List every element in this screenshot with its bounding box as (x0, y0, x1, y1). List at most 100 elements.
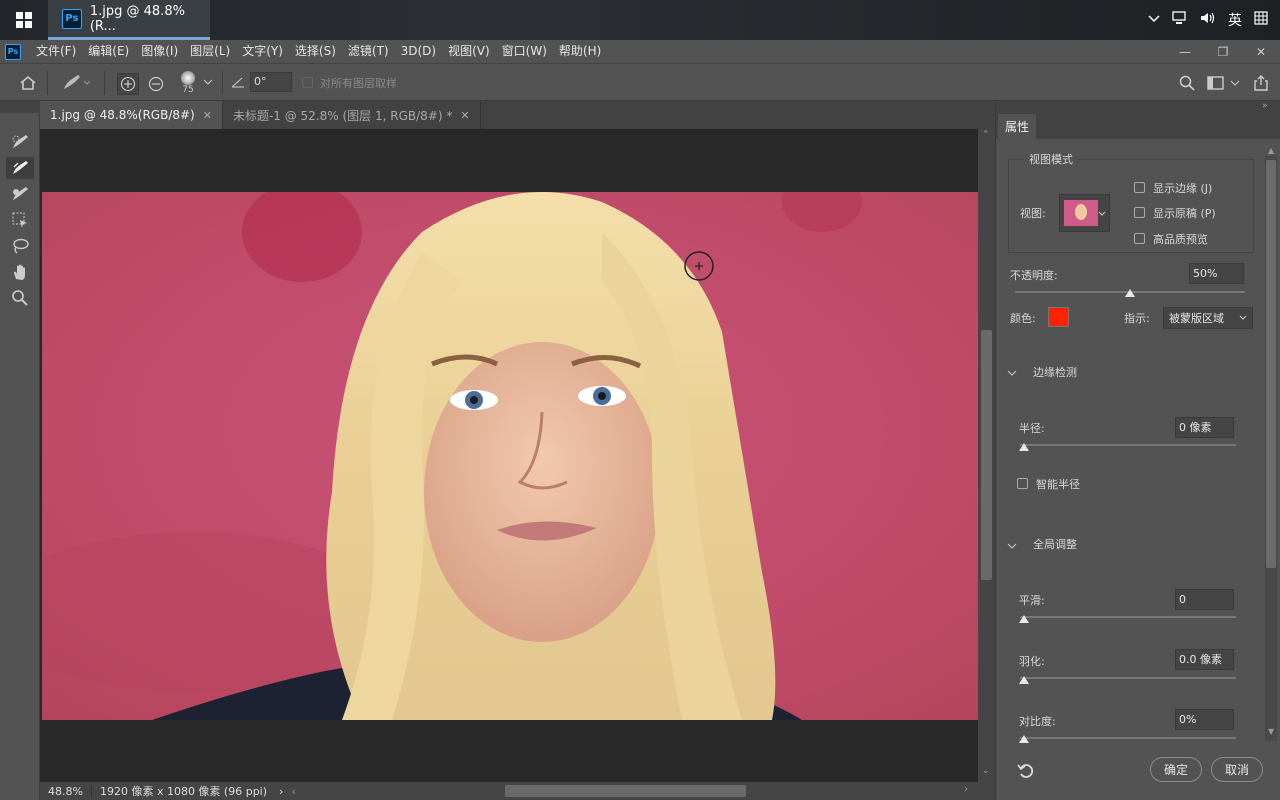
chevron-down-icon[interactable] (1007, 539, 1017, 553)
hand-tool-icon[interactable] (6, 261, 34, 283)
feather-input[interactable]: 0.0 像素 (1175, 649, 1234, 670)
options-bar: 75 0° 对所有图层取样 (0, 63, 1280, 101)
smart-radius-checkbox[interactable] (1017, 478, 1028, 489)
tab-untitled-1[interactable]: 未标题-1 @ 52.8% (图层 1, RGB/8#) * ✕ (223, 101, 481, 129)
vertical-scrollbar-thumb[interactable] (981, 330, 992, 580)
lasso-tool-icon[interactable] (6, 235, 34, 257)
menu-select[interactable]: 选择(S) (289, 40, 342, 63)
radius-input[interactable]: 0 像素 (1175, 417, 1234, 438)
scroll-up-icon[interactable]: ▲ (1268, 146, 1274, 155)
opacity-slider-knob[interactable] (1125, 289, 1135, 297)
view-label: 视图: (1020, 207, 1046, 220)
menu-3d[interactable]: 3D(D) (395, 40, 442, 63)
scroll-down-icon[interactable]: ⌄ (982, 766, 990, 776)
minimize-button[interactable]: — (1166, 40, 1204, 63)
ok-button[interactable]: 确定 (1150, 757, 1202, 782)
tab-properties-label: 属性 (1004, 120, 1029, 134)
sample-all-layers-label: 对所有图层取样 (320, 77, 397, 90)
close-button[interactable]: ✕ (1242, 40, 1280, 63)
menu-file[interactable]: 文件(F) (30, 40, 82, 63)
search-icon[interactable] (1176, 73, 1198, 93)
chevron-up-icon[interactable] (1148, 12, 1160, 28)
chevron-down-icon (1098, 211, 1106, 216)
edge-detect-title[interactable]: 边缘检测 (1033, 364, 1077, 380)
volume-icon[interactable] (1200, 11, 1216, 29)
portrait-photo (42, 192, 978, 720)
add-to-region-button[interactable] (117, 73, 139, 95)
chevron-down-icon[interactable] (202, 76, 214, 88)
subtract-from-region-button[interactable] (145, 73, 167, 95)
menu-type[interactable]: 文字(Y) (236, 40, 289, 63)
status-menu-arrow[interactable]: › (275, 785, 287, 798)
scroll-up-icon[interactable]: ⌃ (982, 130, 990, 140)
network-icon[interactable] (1172, 11, 1188, 29)
plus-circle-icon (121, 77, 135, 91)
document-image[interactable] (42, 192, 978, 720)
home-icon[interactable] (14, 72, 42, 94)
radius-slider[interactable] (1020, 444, 1236, 446)
show-original-label: 显示原稿 (P) (1153, 207, 1216, 220)
grid-icon[interactable] (1254, 11, 1268, 29)
sample-all-layers-checkbox[interactable] (302, 77, 313, 88)
global-adjust-title[interactable]: 全局调整 (1033, 536, 1077, 552)
tab-1jpg[interactable]: 1.jpg @ 48.8%(RGB/8#) ✕ (40, 101, 223, 129)
menu-edit[interactable]: 编辑(E) (82, 40, 135, 63)
refine-edge-brush-tool-icon[interactable] (6, 157, 34, 179)
indicate-dropdown[interactable]: 被蒙版区域 (1163, 307, 1253, 329)
minus-circle-icon (149, 77, 163, 91)
color-swatch[interactable] (1048, 307, 1069, 327)
show-edge-checkbox[interactable] (1134, 182, 1145, 193)
menu-image[interactable]: 图像(I) (135, 40, 184, 63)
collapse-panel-icon[interactable]: » (1262, 101, 1268, 111)
contrast-input[interactable]: 0% (1175, 709, 1234, 730)
contrast-label: 对比度: (1019, 715, 1056, 728)
windows-start-button[interactable] (0, 0, 48, 40)
quick-selection-tool-icon[interactable] (6, 131, 34, 153)
menu-layer[interactable]: 图层(L) (184, 40, 236, 63)
view-mode-dropdown[interactable] (1059, 194, 1110, 232)
radius-slider-knob[interactable] (1019, 443, 1029, 451)
horizontal-scrollbar-thumb[interactable] (505, 785, 746, 797)
brush-tool-icon[interactable] (6, 183, 34, 205)
chevron-down-icon[interactable] (1007, 366, 1017, 380)
scroll-left-icon[interactable]: ‹ (287, 785, 299, 798)
contrast-slider-knob[interactable] (1019, 735, 1029, 743)
smart-radius-label: 智能半径 (1036, 478, 1080, 491)
workspace-switcher[interactable] (1206, 73, 1242, 93)
reset-icon[interactable] (1017, 762, 1035, 781)
menu-view[interactable]: 视图(V) (442, 40, 496, 63)
zoom-level[interactable]: 48.8% (40, 784, 92, 798)
zoom-tool-icon[interactable] (6, 287, 34, 309)
taskbar-photoshop-app[interactable]: Ps 1.jpg @ 48.8%(R... (48, 0, 210, 40)
scroll-down-icon[interactable]: ▼ (1268, 727, 1274, 736)
tab-label: 未标题-1 @ 52.8% (图层 1, RGB/8#) * (232, 108, 453, 123)
feather-slider-knob[interactable] (1019, 676, 1029, 684)
tool-preset-picker[interactable] (56, 72, 94, 94)
restore-button[interactable]: ❐ (1204, 40, 1242, 63)
menu-help[interactable]: 帮助(H) (553, 40, 607, 63)
panel-tab-bar (996, 101, 1280, 139)
menu-bar: Ps 文件(F) 编辑(E) 图像(I) 图层(L) 文字(Y) 选择(S) 滤… (0, 40, 1280, 63)
smooth-input[interactable]: 0 (1175, 589, 1234, 610)
close-icon[interactable]: ✕ (460, 109, 469, 122)
smooth-slider[interactable] (1020, 616, 1236, 618)
angle-input[interactable]: 0° (250, 72, 292, 92)
cancel-button[interactable]: 取消 (1211, 757, 1263, 782)
feather-slider[interactable] (1020, 677, 1236, 679)
scroll-right-icon[interactable]: › (964, 784, 968, 795)
object-selection-tool-icon[interactable] (6, 209, 34, 231)
opacity-input[interactable]: 50% (1189, 263, 1244, 284)
ime-indicator[interactable]: 英 (1228, 10, 1242, 30)
contrast-slider[interactable] (1020, 737, 1236, 739)
panel-scrollbar-thumb[interactable] (1266, 160, 1276, 568)
share-icon[interactable] (1250, 72, 1272, 94)
close-icon[interactable]: ✕ (203, 109, 212, 122)
menu-window[interactable]: 窗口(W) (496, 40, 553, 63)
tab-properties[interactable]: 属性 (998, 114, 1036, 139)
brush-size-value: 75 (182, 85, 194, 95)
menu-filter[interactable]: 滤镜(T) (342, 40, 395, 63)
brush-size-picker[interactable]: 75 (176, 68, 200, 98)
show-original-checkbox[interactable] (1134, 207, 1145, 218)
smooth-slider-knob[interactable] (1019, 615, 1029, 623)
hq-preview-checkbox[interactable] (1134, 233, 1145, 244)
